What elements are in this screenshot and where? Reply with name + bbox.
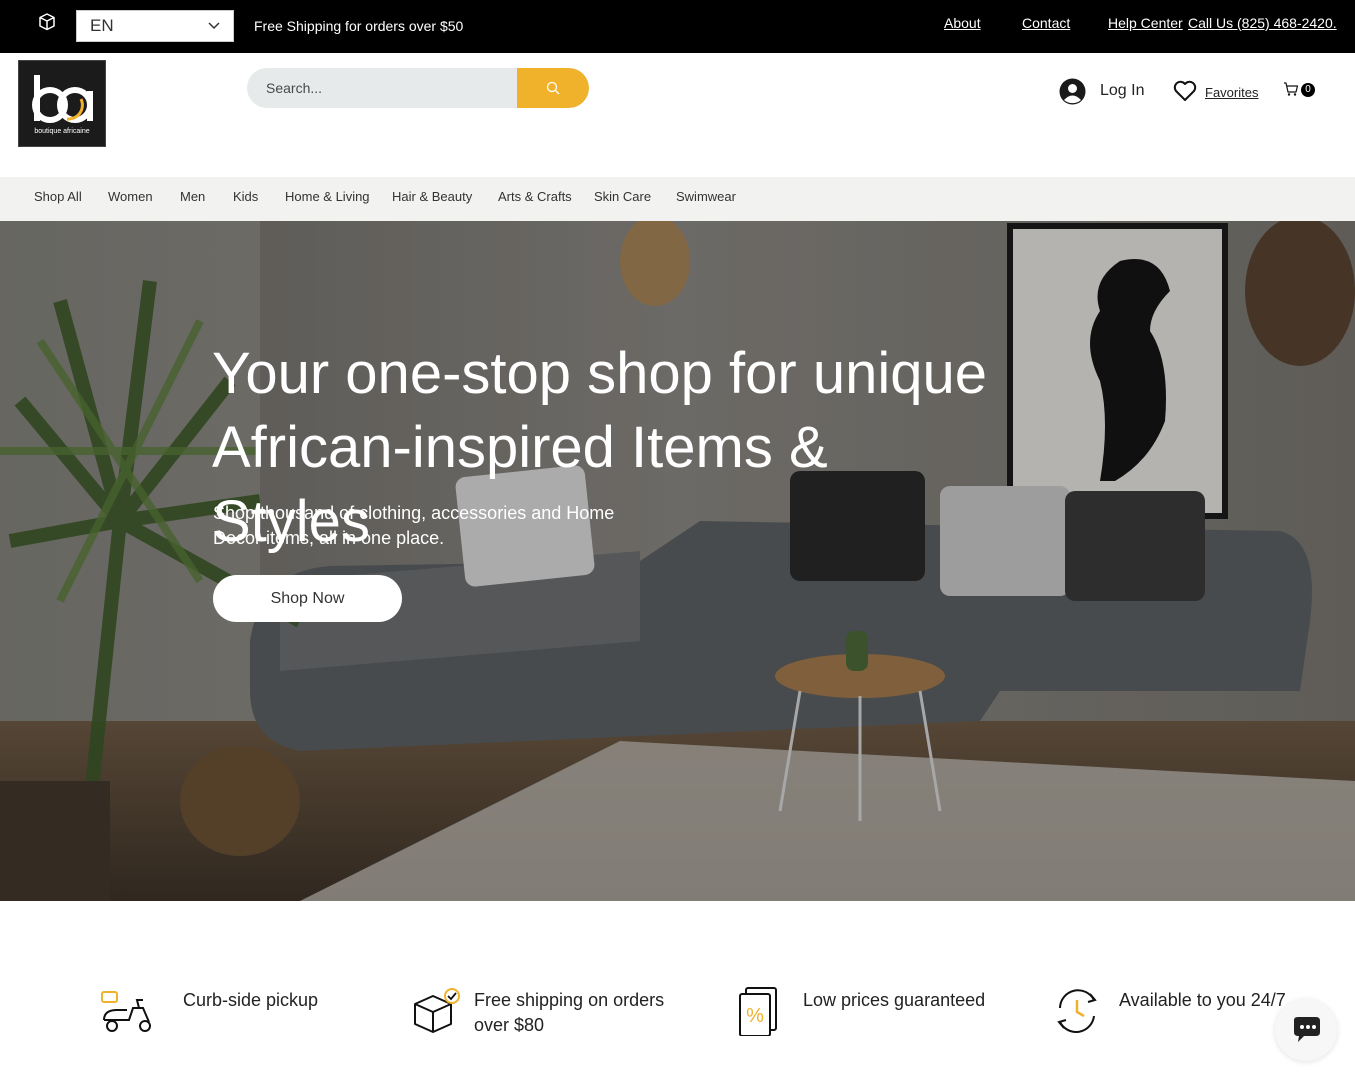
clock-cycle-icon xyxy=(1057,989,1097,1033)
shipping-note: Free Shipping for orders over $50 xyxy=(254,18,464,34)
cart-icon xyxy=(1284,82,1299,96)
svg-text:%: % xyxy=(746,1005,764,1027)
nav-item-home-living[interactable]: Home & Living xyxy=(285,189,370,204)
main-nav: Shop All Women Men Kids Home & Living Ha… xyxy=(0,177,1355,221)
box-icon xyxy=(39,13,55,31)
language-select[interactable]: EN xyxy=(76,10,234,42)
feature-text: Curb-side pickup xyxy=(183,990,319,1010)
favorites-link[interactable]: Favorites xyxy=(1173,78,1258,104)
top-bar: EN Free Shipping for orders over $50 Abo… xyxy=(0,0,1355,53)
call-us-link[interactable]: Call Us (825) 468-2420. xyxy=(1188,15,1337,31)
feature-text: Low prices guaranteed xyxy=(803,990,986,1010)
login-label: Log In xyxy=(1100,82,1145,99)
about-link[interactable]: About xyxy=(944,15,981,31)
nav-item-arts-crafts[interactable]: Arts & Crafts xyxy=(498,189,572,204)
nav-item-swimwear[interactable]: Swimwear xyxy=(676,189,736,204)
user-avatar-icon xyxy=(1059,78,1086,104)
shop-now-button[interactable]: Shop Now xyxy=(213,575,402,622)
percent-tag-icon: % xyxy=(739,987,777,1036)
nav-item-women[interactable]: Women xyxy=(108,189,153,204)
hero-background-image xyxy=(0,221,1355,901)
nav-item-shop-all[interactable]: Shop All xyxy=(34,189,82,204)
hero-subtitle: Shop thousand of clothing, accessories a… xyxy=(213,503,615,548)
search-bar xyxy=(247,68,589,108)
nav-item-skin-care[interactable]: Skin Care xyxy=(594,189,651,204)
hero-banner: Your one-stop shop for unique African-in… xyxy=(0,221,1355,901)
chat-button[interactable] xyxy=(1275,999,1337,1061)
nav-item-hair-beauty[interactable]: Hair & Beauty xyxy=(392,189,472,204)
search-icon xyxy=(546,81,560,95)
login-button[interactable]: Log In xyxy=(1059,76,1144,106)
help-center-link[interactable]: Help Center xyxy=(1108,15,1183,31)
search-input[interactable] xyxy=(247,68,517,108)
nav-item-men[interactable]: Men xyxy=(180,189,205,204)
search-button[interactable] xyxy=(517,68,589,108)
chevron-down-icon xyxy=(208,22,220,30)
chat-bubble-icon xyxy=(1294,1017,1320,1042)
feature-text: Free shipping on orders over $80 xyxy=(474,990,665,1035)
package-check-icon xyxy=(414,988,460,1033)
nav-item-kids[interactable]: Kids xyxy=(233,189,258,204)
scooter-icon xyxy=(101,991,151,1032)
contact-link[interactable]: Contact xyxy=(1022,15,1070,31)
favorites-label: Favorites xyxy=(1205,85,1259,100)
logo-image: boutique africaine xyxy=(19,61,105,146)
store-logo[interactable]: boutique africaine xyxy=(18,60,106,147)
heart-icon xyxy=(1173,80,1197,101)
cart-button[interactable]: 0 xyxy=(1283,81,1317,99)
language-value: EN xyxy=(90,16,114,35)
cart-count-badge: 0 xyxy=(1301,83,1315,97)
logo-text: boutique africaine xyxy=(34,128,89,135)
